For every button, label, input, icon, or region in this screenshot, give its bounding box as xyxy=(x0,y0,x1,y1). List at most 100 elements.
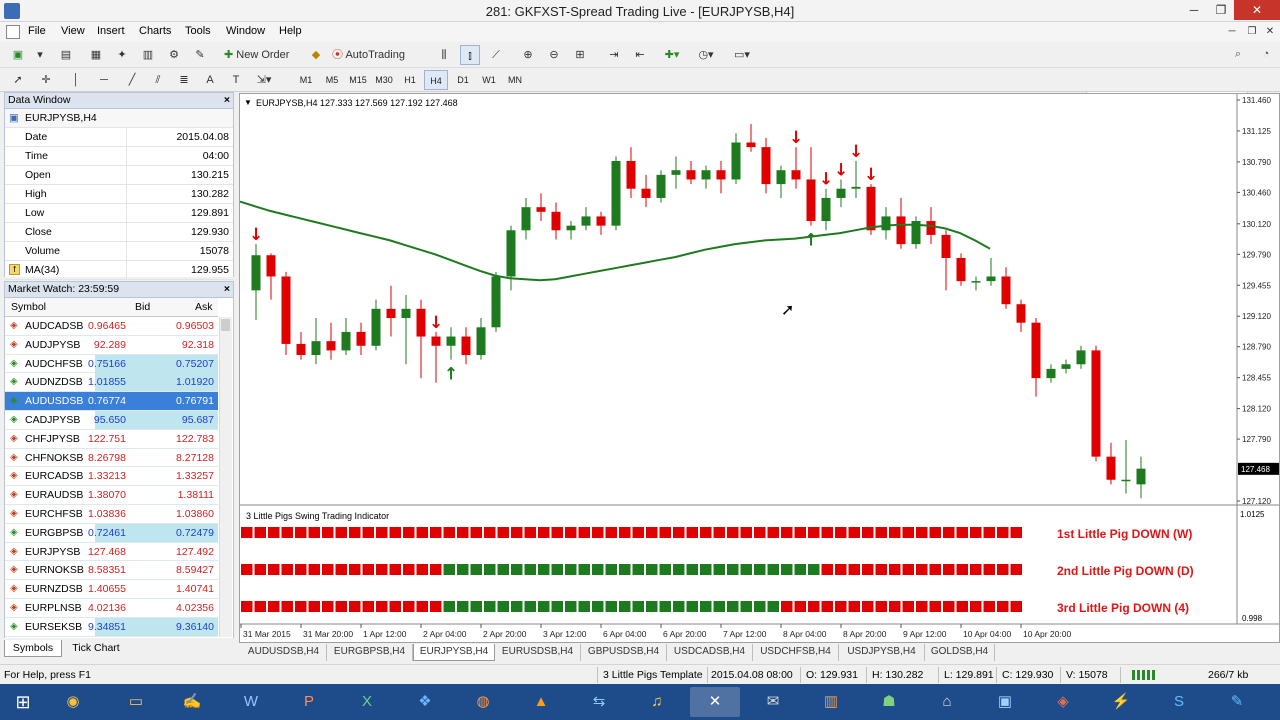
trendline-icon[interactable]: ╱ xyxy=(122,70,142,90)
market-watch-row[interactable]: ◈ AUDCHFSB 0.75166 0.75207 xyxy=(5,354,218,374)
mdi-chart-icon[interactable] xyxy=(6,25,20,39)
market-watch-scrollbar[interactable] xyxy=(219,317,232,637)
skype-folder-icon[interactable]: ⌂ xyxy=(922,687,972,717)
market-watch-row[interactable]: ◈ AUDJPYSB 92.289 92.318 xyxy=(5,336,218,355)
autotrading-button[interactable]: ⦿ AutoTrading xyxy=(332,45,418,65)
new-order-button[interactable]: ✚ New Order xyxy=(224,45,300,65)
skype-icon[interactable]: ✎ xyxy=(1212,687,1262,717)
tab-tick-chart[interactable]: Tick Chart xyxy=(64,640,128,657)
market-watch-row[interactable]: ◈ AUDNZDSB 1.01855 1.01920 xyxy=(5,373,218,393)
market-watch-scrollbar-thumb[interactable] xyxy=(221,319,230,331)
minimize-button[interactable]: ─ xyxy=(1180,0,1208,20)
col-bid[interactable]: Bid xyxy=(135,301,150,313)
tf-m15[interactable]: M15 xyxy=(346,70,370,90)
search-icon[interactable]: ⌕ xyxy=(1228,44,1248,64)
profiles-icon[interactable]: ▾ xyxy=(30,45,50,65)
chart-tab[interactable]: EURJPYSB,H4 xyxy=(413,644,495,661)
menu-tools[interactable]: Tools xyxy=(185,25,211,37)
menu-charts[interactable]: Charts xyxy=(139,25,171,37)
market-watch-close-icon[interactable]: × xyxy=(224,282,230,297)
tf-m5[interactable]: M5 xyxy=(320,70,344,90)
market-watch-row[interactable]: ◈ EURNOKSB 8.58351 8.59427 xyxy=(5,561,218,581)
tile-windows-icon[interactable]: ⊞ xyxy=(570,45,590,65)
expert-icon[interactable]: ◆ xyxy=(306,45,326,65)
chart-tab[interactable]: GOLDSB,H4 xyxy=(925,644,995,661)
teamviewer-icon[interactable]: ⇆ xyxy=(574,687,624,717)
tf-w1[interactable]: W1 xyxy=(477,70,501,90)
pen-tool-icon[interactable]: S xyxy=(1154,687,1204,717)
mdi-close-button[interactable]: ✕ xyxy=(1261,22,1279,42)
dropbox-icon[interactable]: ❖ xyxy=(400,687,450,717)
market-watch-row[interactable]: ◈ EURGBPSB 0.72461 0.72479 xyxy=(5,523,218,543)
navigator-icon[interactable]: ✦ xyxy=(112,45,132,65)
tf-m1[interactable]: M1 xyxy=(294,70,318,90)
templates-icon[interactable]: ▭▾ xyxy=(732,45,752,65)
chart-tab[interactable]: EURGBPSB,H4 xyxy=(327,644,413,661)
meta-editor-icon[interactable]: ✎ xyxy=(190,45,210,65)
market-watch-row[interactable]: ◈ EURAUDSB 1.38070 1.38111 xyxy=(5,486,218,505)
autoscroll-icon[interactable]: ⇥ xyxy=(604,45,624,65)
terminal-icon[interactable]: ▥ xyxy=(138,45,158,65)
cursor-icon[interactable]: ➚ xyxy=(8,70,28,90)
pcloud-icon[interactable]: ◈ xyxy=(1038,687,1088,717)
text-tool-icon[interactable]: A xyxy=(200,70,220,90)
market-watch-row[interactable]: ◈ AUDCADSB 0.96465 0.96503 xyxy=(5,317,218,336)
menu-view[interactable]: View xyxy=(61,25,85,37)
metatrader-icon[interactable]: ✕ xyxy=(690,687,740,717)
evernote-icon[interactable]: ☗ xyxy=(864,687,914,717)
bar-chart-icon[interactable]: ⫼ xyxy=(434,45,454,65)
market-watch-row[interactable]: ◈ AUDUSDSB 0.76774 0.76791 xyxy=(5,392,218,411)
windows-icon[interactable]: ⊞ xyxy=(0,687,46,717)
community-icon[interactable]: ◔ xyxy=(1256,44,1276,64)
horizontal-line-icon[interactable]: ─ xyxy=(94,70,114,90)
mdi-restore-button[interactable]: ❐ xyxy=(1242,22,1262,42)
market-watch-row[interactable]: ◈ EURNZDSB 1.40655 1.40741 xyxy=(5,580,218,599)
headphones-icon[interactable]: ♫ xyxy=(632,687,682,717)
kindle-icon[interactable]: ✉ xyxy=(748,687,798,717)
zoom-in-icon[interactable]: ⊕ xyxy=(518,45,538,65)
chart-collapse-icon[interactable]: ▼ xyxy=(244,98,252,107)
market-watch-row[interactable]: ◈ EURCADSB 1.33213 1.33257 xyxy=(5,467,218,487)
market-watch-row[interactable]: ◈ EURSEKSB 9.34851 9.36140 xyxy=(5,617,218,637)
menu-insert[interactable]: Insert xyxy=(97,25,125,37)
chart-tab[interactable]: USDCADSB,H4 xyxy=(667,644,753,661)
menu-help[interactable]: Help xyxy=(279,25,302,37)
chart-tab[interactable]: GBPUSDSB,H4 xyxy=(581,644,667,661)
candlestick-icon[interactable]: ⫾ xyxy=(460,45,480,65)
new-chart-icon[interactable]: ▣ xyxy=(8,45,28,65)
chart-tab[interactable]: EURUSDSB,H4 xyxy=(495,644,581,661)
market-watch-icon[interactable]: ▤ xyxy=(56,45,76,65)
cursor-tool-icon[interactable]: ✍ xyxy=(167,687,217,717)
indicators-icon[interactable]: ✚▾ xyxy=(662,45,682,65)
arrows-icon[interactable]: ⇲▾ xyxy=(254,70,274,90)
text-label-icon[interactable]: T xyxy=(226,70,246,90)
tab-symbols[interactable]: Symbols xyxy=(4,640,62,657)
market-watch-row[interactable]: ◈ CHFJPYSB 122.751 122.783 xyxy=(5,430,218,449)
market-watch-row[interactable]: ◈ CADJPYSB 95.650 95.687 xyxy=(5,411,218,430)
chart-tab[interactable]: AUDUSDSB,H4 xyxy=(241,644,327,661)
line-chart-icon[interactable]: ⟋ xyxy=(486,45,506,65)
tf-mn[interactable]: MN xyxy=(503,70,527,90)
menu-file[interactable]: File xyxy=(28,25,46,37)
col-ask[interactable]: Ask xyxy=(195,301,213,313)
crosshair-icon[interactable]: ✛ xyxy=(36,70,56,90)
market-watch-row[interactable]: ◈ CHFNOKSB 8.26798 8.27128 xyxy=(5,449,218,468)
excel-icon[interactable]: X xyxy=(342,687,392,717)
word-icon[interactable]: W xyxy=(226,687,276,717)
data-window-close-icon[interactable]: × xyxy=(224,93,230,108)
trading-app-icon[interactable]: ⚡ xyxy=(1096,687,1146,717)
chrome-icon[interactable]: ◉ xyxy=(48,687,98,717)
maximize-button[interactable]: ❐ xyxy=(1207,0,1235,20)
data-window-icon[interactable]: ▦ xyxy=(86,45,106,65)
file-explorer-icon[interactable]: ▭ xyxy=(111,687,161,717)
equidistant-channel-icon[interactable]: ⫽ xyxy=(148,70,168,90)
periods-icon[interactable]: ◷▾ xyxy=(696,45,716,65)
chart-shift-icon[interactable]: ⇤ xyxy=(630,45,650,65)
market-watch-row[interactable]: ◈ EURJPYSB 127.468 127.492 xyxy=(5,543,218,562)
zoom-out-icon[interactable]: ⊖ xyxy=(544,45,564,65)
close-button[interactable]: ✕ xyxy=(1234,0,1280,20)
vertical-line-icon[interactable]: │ xyxy=(66,70,86,90)
chart-tab[interactable]: USDCHFSB,H4 xyxy=(753,644,839,661)
price-chart[interactable]: 131.460 131.125 130.790 130.460 130.120 129.7… xyxy=(240,94,1279,642)
chart-tab[interactable]: USDJPYSB,H4 xyxy=(839,644,925,661)
